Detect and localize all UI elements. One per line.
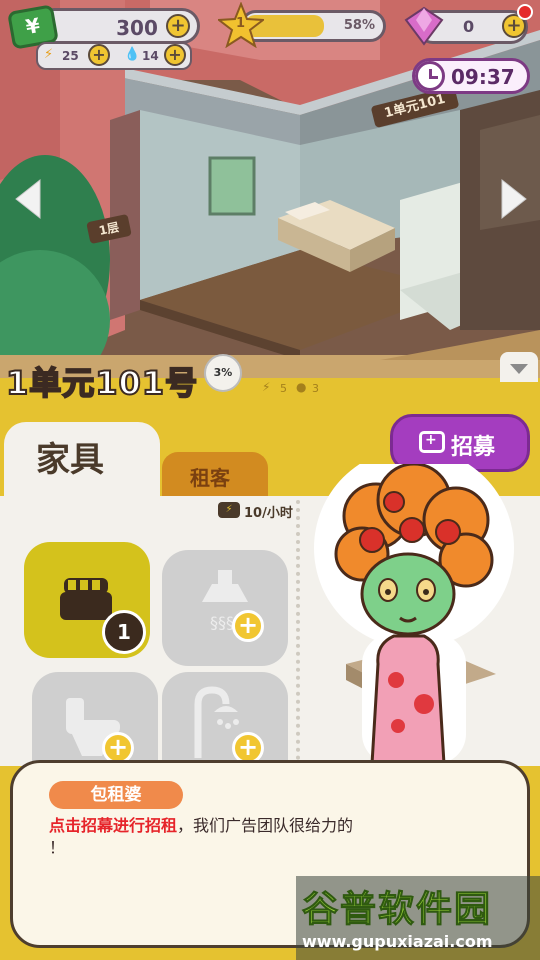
level-star-icon: 1: [216, 1, 266, 49]
collapse-panel-button[interactable]: [500, 352, 538, 382]
water-value: 14: [142, 49, 159, 63]
next-room-arrow-icon[interactable]: [498, 178, 530, 220]
watermark: 谷普软件园 www.gupuxiazai.com: [296, 876, 540, 960]
income-rate-icon: ⚡: [218, 502, 240, 518]
bed-count-badge: 1: [102, 610, 146, 654]
furniture-range-hood-card[interactable]: §§§ +: [162, 550, 288, 666]
landlady-character: [306, 448, 530, 766]
dialog-highlight: 点击招幕进行招租: [49, 816, 178, 835]
occupancy-badge: 3%: [204, 354, 242, 392]
gems-value: 0: [463, 17, 475, 36]
dialog-text: 点击招幕进行招租，我们广告团队很给力的 ！: [49, 815, 509, 859]
megaphone-icon: +: [419, 431, 445, 453]
lightning-icon: ⚡: [262, 380, 271, 394]
divider: [296, 500, 304, 760]
level-value: 1: [236, 16, 246, 31]
progress-percent: 58%: [343, 18, 375, 33]
diamond-icon: [402, 4, 446, 48]
speaker-name-tag: 包租婆: [49, 781, 183, 809]
water-drop-icon: ●: [296, 380, 307, 394]
furniture-bed-card[interactable]: 1: [24, 542, 150, 658]
add-money-button[interactable]: +: [166, 14, 190, 38]
tab-tenant[interactable]: 租客: [162, 452, 268, 496]
tab-furniture-label: 家具: [36, 440, 104, 480]
dialog-body: ，我们广告团队很给力的: [177, 816, 354, 835]
add-energy-button[interactable]: +: [88, 44, 110, 66]
income-rate: 10/小时: [244, 506, 293, 521]
watermark-url: www.gupuxiazai.com: [302, 932, 493, 951]
recruit-button-label: 招募: [451, 435, 496, 460]
add-range-hood-button[interactable]: +: [232, 610, 264, 642]
tab-tenant-label: 租客: [190, 466, 230, 490]
room-energy-cost: 5: [280, 382, 287, 395]
timer-value: 09:37: [451, 65, 515, 89]
notification-dot: [517, 4, 533, 20]
money-value: 300: [116, 16, 158, 40]
clock-icon: [415, 61, 445, 91]
water-drop-icon: 💧: [124, 47, 141, 62]
svg-text:§§§: §§§: [210, 613, 234, 632]
room-title: 1单元101号: [5, 363, 199, 403]
tab-furniture[interactable]: 家具: [4, 422, 160, 498]
room-water-cost: 3: [312, 382, 319, 395]
add-water-button[interactable]: +: [164, 44, 186, 66]
previous-room-arrow-icon[interactable]: [12, 178, 44, 220]
timer-display: 09:37: [412, 58, 530, 94]
lightning-icon: ⚡: [44, 47, 54, 62]
watermark-title: 谷普软件园: [301, 889, 493, 931]
energy-value: 25: [62, 49, 79, 63]
dialog-end: ！: [49, 838, 66, 857]
